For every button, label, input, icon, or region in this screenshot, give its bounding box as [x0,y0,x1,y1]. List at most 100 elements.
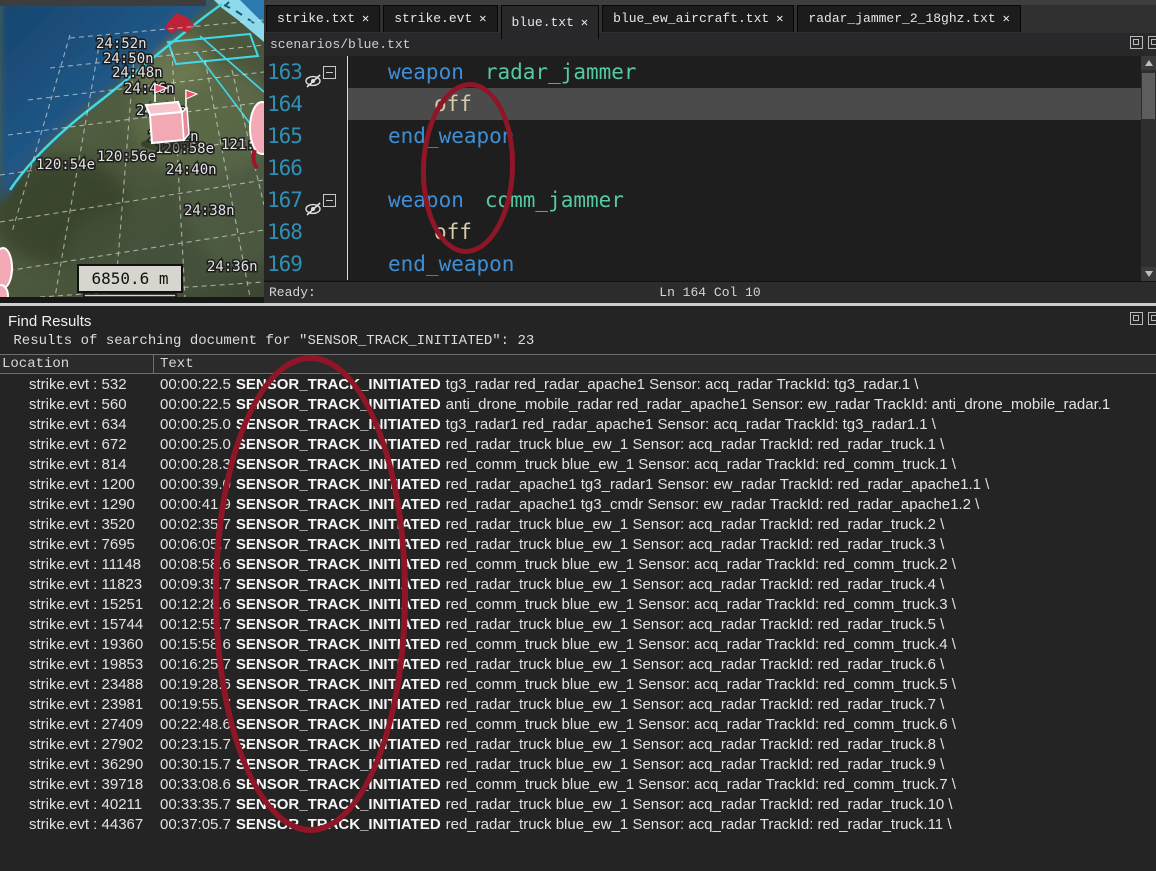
result-detail: red_radar_truck blue_ew_1 Sensor: acq_ra… [446,736,945,753]
result-location: strike.evt : 11823 [0,575,154,595]
float-pane-icon[interactable] [1130,36,1143,49]
gutter[interactable]: 168 [264,216,348,248]
code-line[interactable]: 167 weaponcomm_jammer [264,184,1141,216]
result-text: 00:16:25.7SENSOR_TRACK_INITIATEDred_rada… [154,655,1156,675]
tab-blue-txt[interactable]: blue.txt ✕ [501,5,600,39]
find-result-row[interactable]: strike.evt : 39718 00:33:08.6SENSOR_TRAC… [0,775,1156,795]
result-keyword: SENSOR_TRACK_INITIATED [236,596,441,613]
gutter[interactable]: 167 [264,184,348,216]
tab-close-icon[interactable]: ✕ [776,6,783,32]
result-text: 00:37:05.7SENSOR_TRACK_INITIATEDred_rada… [154,815,1156,835]
result-keyword: SENSOR_TRACK_INITIATED [236,416,441,433]
line-number: 166 [267,152,302,184]
pane-window-icons [1130,312,1156,328]
eye-slash-icon[interactable] [304,193,322,207]
pane-window-icons [1130,36,1156,52]
result-location: strike.evt : 11148 [0,555,154,575]
find-result-row[interactable]: strike.evt : 40211 00:33:35.7SENSOR_TRAC… [0,795,1156,815]
code-value: off [434,220,472,244]
find-result-row[interactable]: strike.evt : 560 00:00:22.5SENSOR_TRACK_… [0,395,1156,415]
find-results-panel: Find Results Results of searching docume… [0,306,1156,871]
result-detail: red_comm_truck blue_ew_1 Sensor: acq_rad… [446,636,956,653]
find-result-row[interactable]: strike.evt : 7695 00:06:05.7SENSOR_TRACK… [0,535,1156,555]
eye-slash-icon[interactable] [304,65,322,79]
code-line[interactable]: 168 off [264,216,1141,248]
result-text: 00:00:25.0SENSOR_TRACK_INITIATEDtg3_rada… [154,415,1156,435]
gutter[interactable]: 163 [264,56,348,88]
result-keyword: SENSOR_TRACK_INITIATED [236,376,441,393]
find-result-row[interactable]: strike.evt : 23488 00:19:28.6SENSOR_TRAC… [0,675,1156,695]
close-pane-icon[interactable] [1148,36,1156,49]
line-number: 165 [267,120,302,152]
fold-collapse-icon[interactable] [323,194,336,207]
code-line[interactable]: 164 off [264,88,1141,120]
find-result-row[interactable]: strike.evt : 11148 00:08:58.6SENSOR_TRAC… [0,555,1156,575]
result-text: 00:33:35.7SENSOR_TRACK_INITIATEDred_rada… [154,795,1156,815]
gutter[interactable]: 169 [264,248,348,280]
result-location: strike.evt : 1200 [0,475,154,495]
find-result-row[interactable]: strike.evt : 1290 00:00:41.9SENSOR_TRACK… [0,495,1156,515]
find-result-row[interactable]: strike.evt : 634 00:00:25.0SENSOR_TRACK_… [0,415,1156,435]
float-pane-icon[interactable] [1130,312,1143,325]
gutter[interactable]: 165 [264,120,348,152]
find-result-row[interactable]: strike.evt : 19360 00:15:58.6SENSOR_TRAC… [0,635,1156,655]
tab-close-icon[interactable]: ✕ [1003,6,1010,32]
find-result-row[interactable]: strike.evt : 1200 00:00:39.0SENSOR_TRACK… [0,475,1156,495]
code-line[interactable]: 163 weaponradar_jammer [264,56,1141,88]
tab-radar-jammer-txt[interactable]: radar_jammer_2_18ghz.txt ✕ [797,5,1020,32]
tab-close-icon[interactable]: ✕ [479,6,486,32]
result-detail: red_radar_truck blue_ew_1 Sensor: acq_ra… [446,696,945,713]
code-line[interactable]: 166 [264,152,1141,184]
result-keyword: SENSOR_TRACK_INITIATED [236,756,441,773]
result-time: 00:12:55.7 [160,616,231,633]
code-line[interactable]: 169 end_weapon [264,248,1141,280]
find-result-row[interactable]: strike.evt : 27409 00:22:48.6SENSOR_TRAC… [0,715,1156,735]
find-result-row[interactable]: strike.evt : 3520 00:02:35.7SENSOR_TRACK… [0,515,1156,535]
map-viewport[interactable]: 24:52n 24:50n 24:48n 24:46n 24:44n 24:42… [0,0,264,297]
result-keyword: SENSOR_TRACK_INITIATED [236,796,441,813]
find-result-row[interactable]: strike.evt : 36290 00:30:15.7SENSOR_TRAC… [0,755,1156,775]
find-result-row[interactable]: strike.evt : 44367 00:37:05.7SENSOR_TRAC… [0,815,1156,835]
result-text: 00:06:05.7SENSOR_TRACK_INITIATEDred_rada… [154,535,1156,555]
result-text: 00:12:28.6SENSOR_TRACK_INITIATEDred_comm… [154,595,1156,615]
find-result-row[interactable]: strike.evt : 814 00:00:28.3SENSOR_TRACK_… [0,455,1156,475]
editor-scrollbar[interactable] [1141,56,1156,281]
current-line[interactable]: off [348,88,1141,120]
result-text: 00:33:08.6SENSOR_TRACK_INITIATEDred_comm… [154,775,1156,795]
fold-collapse-icon[interactable] [323,66,336,79]
find-result-row[interactable]: strike.evt : 532 00:00:22.5SENSOR_TRACK_… [0,375,1156,395]
result-text: 00:00:22.5SENSOR_TRACK_INITIATEDtg3_rada… [154,375,1156,395]
close-pane-icon[interactable] [1148,312,1156,325]
find-result-row[interactable]: strike.evt : 19853 00:16:25.7SENSOR_TRAC… [0,655,1156,675]
gutter[interactable]: 166 [264,152,348,184]
find-results-title: Find Results [8,313,91,330]
scroll-down-button[interactable] [1141,267,1156,281]
breadcrumb: scenarios/blue.txt [270,37,410,52]
result-detail: red_comm_truck blue_ew_1 Sensor: acq_rad… [446,456,956,473]
find-result-row[interactable]: strike.evt : 23981 00:19:55.7SENSOR_TRAC… [0,695,1156,715]
map-grid-label: 24:46n [124,81,175,97]
gutter[interactable]: 164 [264,88,348,120]
scrollbar-thumb[interactable] [1142,73,1155,119]
map-grid-label: 120:56e [97,149,156,165]
find-result-row[interactable]: strike.evt : 15744 00:12:55.7SENSOR_TRAC… [0,615,1156,635]
find-result-row[interactable]: strike.evt : 27902 00:23:15.7SENSOR_TRAC… [0,735,1156,755]
result-location: strike.evt : 532 [0,375,154,395]
find-result-row[interactable]: strike.evt : 11823 00:09:35.7SENSOR_TRAC… [0,575,1156,595]
column-header-location[interactable]: Location [0,355,154,373]
find-result-row[interactable]: strike.evt : 672 00:00:25.0SENSOR_TRACK_… [0,435,1156,455]
tab-close-icon[interactable]: ✕ [581,10,588,36]
scroll-up-button[interactable] [1141,56,1156,70]
code-line[interactable]: 165 end_weapon [264,120,1141,152]
tab-close-icon[interactable]: ✕ [362,6,369,32]
result-detail: red_radar_apache1 tg3_cmdr Sensor: ew_ra… [446,496,980,513]
tab-blue-ew-aircraft-txt[interactable]: blue_ew_aircraft.txt ✕ [602,5,794,32]
code-editor[interactable]: 163 weaponradar_jammer 164 off 165 [264,56,1141,281]
column-header-text[interactable]: Text [154,355,194,373]
find-result-row[interactable]: strike.evt : 15251 00:12:28.6SENSOR_TRAC… [0,595,1156,615]
tab-strike-txt[interactable]: strike.txt ✕ [266,5,380,32]
tab-label: strike.evt [394,6,472,32]
tab-strike-evt[interactable]: strike.evt ✕ [383,5,497,32]
code-keyword: weapon [388,60,464,84]
line-number: 164 [267,88,302,120]
